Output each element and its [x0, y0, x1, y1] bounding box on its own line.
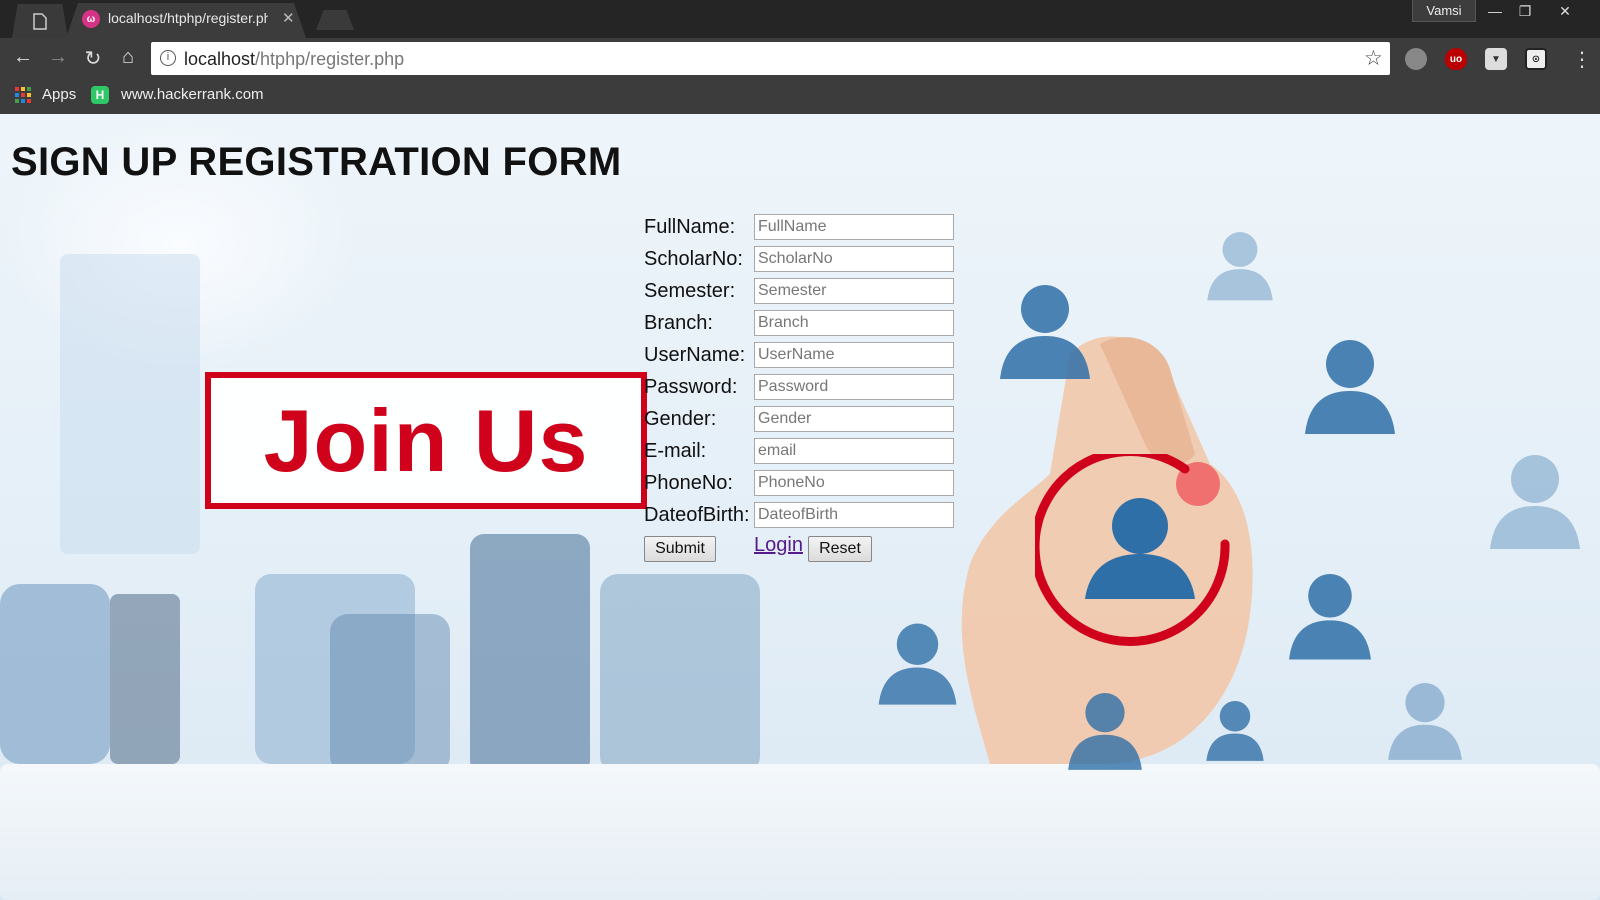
background-chair: [470, 534, 590, 774]
semester-label: Semester:: [644, 280, 736, 302]
person-icon: [1490, 455, 1580, 549]
password-input[interactable]: [754, 374, 954, 400]
page-title: SIGN UP REGISTRATION FORM: [11, 140, 622, 184]
branch-input[interactable]: [754, 310, 954, 336]
reset-button[interactable]: Reset: [808, 536, 872, 562]
email-label: E-mail:: [644, 440, 707, 462]
back-icon[interactable]: ←: [9, 46, 37, 69]
username-input[interactable]: [754, 342, 954, 368]
info-icon[interactable]: i: [160, 50, 176, 66]
join-us-banner: Join Us: [205, 372, 647, 509]
site-favicon-icon: ω: [82, 10, 100, 28]
email-input[interactable]: [754, 438, 954, 464]
profile-circle-icon: [1030, 447, 1245, 664]
bookmark-star-icon[interactable]: ☆: [1364, 46, 1383, 71]
browser-chrome: ω localhost/htphp/register.php ✕ Vamsi —…: [0, 0, 1600, 114]
forward-icon[interactable]: →: [44, 46, 72, 69]
password-label: Password:: [644, 376, 738, 398]
home-icon[interactable]: ⌂: [114, 46, 142, 69]
dateofbirth-input[interactable]: [754, 502, 954, 528]
menu-icon[interactable]: ⋮: [1572, 47, 1592, 72]
submit-button[interactable]: Submit: [644, 536, 716, 562]
person-icon: [1207, 232, 1273, 301]
gender-label: Gender:: [644, 408, 717, 430]
reload-icon[interactable]: ↻: [79, 46, 107, 71]
scholarno-input[interactable]: [754, 246, 954, 272]
close-window-icon[interactable]: ✕: [1550, 0, 1580, 22]
dateofbirth-label: DateofBirth:: [644, 504, 750, 526]
phoneno-label: PhoneNo:: [644, 472, 733, 494]
bookmark-hackerrank[interactable]: www.hackerrank.com: [121, 86, 264, 103]
fullname-input[interactable]: [754, 214, 954, 240]
background-window: [60, 254, 200, 554]
person-icon: [1388, 683, 1462, 760]
join-us-text: Join Us: [263, 390, 589, 490]
background-chair: [110, 594, 180, 764]
ublock-icon[interactable]: uo: [1445, 48, 1467, 70]
page-content: SIGN UP REGISTRATION FORM Join Us FullNa…: [0, 114, 1600, 900]
url-path: /htphp/register.php: [255, 49, 405, 69]
phoneno-input[interactable]: [754, 470, 954, 496]
fullname-label: FullName:: [644, 216, 736, 238]
profile-button[interactable]: Vamsi: [1412, 0, 1476, 22]
person-icon: [1068, 693, 1142, 770]
gender-input[interactable]: [754, 406, 954, 432]
shield-extension-icon[interactable]: ▼: [1485, 48, 1507, 70]
bookmark-apps[interactable]: Apps: [42, 86, 76, 103]
background-chair: [600, 574, 760, 774]
extension-cloud-icon[interactable]: [1405, 48, 1427, 70]
hackerrank-icon: H: [91, 86, 109, 104]
person-icon: [878, 623, 957, 705]
url-host: localhost: [184, 49, 256, 69]
tab-close-icon[interactable]: ✕: [282, 9, 295, 27]
tab-title: localhost/htphp/register.php: [108, 10, 268, 26]
login-link[interactable]: Login: [754, 534, 803, 557]
restore-icon[interactable]: ❐: [1510, 0, 1540, 22]
person-icon: [1000, 285, 1090, 379]
extension-icon[interactable]: ⊙: [1525, 48, 1547, 70]
person-icon: [1289, 574, 1371, 660]
background-chair: [0, 584, 110, 764]
background-floor: [0, 764, 1600, 900]
tab-blank[interactable]: [12, 4, 68, 38]
minimize-icon[interactable]: —: [1480, 0, 1510, 22]
person-icon: [1206, 701, 1264, 761]
url-text[interactable]: localhost/htphp/register.php: [184, 49, 404, 70]
page-icon: [33, 12, 47, 30]
background-chair: [330, 614, 450, 774]
apps-grid-icon[interactable]: [15, 87, 31, 103]
username-label: UserName:: [644, 344, 746, 366]
semester-input[interactable]: [754, 278, 954, 304]
branch-label: Branch:: [644, 312, 713, 334]
person-icon: [1305, 340, 1395, 434]
scholarno-label: ScholarNo:: [644, 248, 743, 270]
